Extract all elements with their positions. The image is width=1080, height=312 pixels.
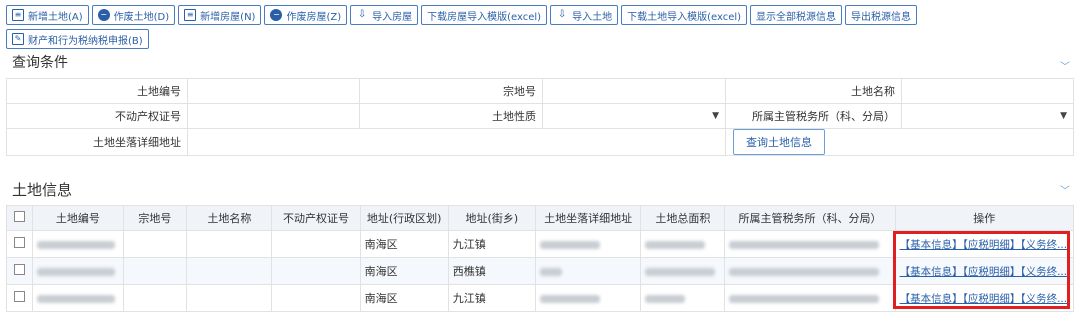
toolbar-button-label: 下载房屋导入模版(excel) bbox=[427, 11, 542, 23]
property-cert-cell bbox=[271, 284, 361, 312]
district-cell: 南海区 bbox=[359, 230, 449, 258]
address-label: 土地坐落详细地址 bbox=[6, 128, 188, 156]
town-cell: 九江镇 bbox=[447, 230, 536, 258]
column-header[interactable]: 不动产权证号 bbox=[271, 205, 361, 231]
toolbar-button[interactable]: − 作废房屋(Z) bbox=[264, 5, 348, 25]
tax-office-cell bbox=[724, 230, 896, 258]
property-cert-cell bbox=[271, 257, 361, 285]
toolbar-button[interactable]: ✎ 财产和行为税纳税申报(B) bbox=[6, 29, 149, 49]
column-header[interactable]: 土地名称 bbox=[186, 205, 273, 231]
land-no-cell bbox=[32, 257, 124, 285]
column-header[interactable]: 所属主管税务所（科、分局） bbox=[724, 205, 896, 231]
column-header[interactable]: 土地总面积 bbox=[640, 205, 726, 231]
land-nature-label: 土地性质 bbox=[359, 103, 543, 129]
toolbar-button-label: 显示全部税源信息 bbox=[756, 11, 837, 23]
dropdown-arrow-icon[interactable]: ▼ bbox=[1060, 111, 1067, 121]
toolbar-button-label: 作废房屋(Z) bbox=[286, 11, 342, 23]
toolbar-button[interactable]: ⇩ 导入房屋 bbox=[350, 5, 419, 25]
property-cert-label: 不动产权证号 bbox=[6, 103, 188, 129]
toolbar-button[interactable]: 显示全部税源信息 bbox=[750, 5, 843, 25]
table-header: 土地编号 宗地号 土地名称 不动产权证号 地址(行政区划) 地址(街乡) 土地坐… bbox=[5, 205, 1075, 231]
parcel-no-input[interactable] bbox=[542, 78, 726, 104]
edit-icon: ✎ bbox=[12, 33, 24, 45]
area-cell bbox=[640, 284, 726, 312]
parcel-no-cell bbox=[122, 284, 188, 312]
parcel-no-cell bbox=[122, 230, 188, 258]
district-cell: 南海区 bbox=[359, 257, 449, 285]
toolbar-button[interactable]: ≡ 新增房屋(N) bbox=[178, 5, 262, 25]
import-icon: ⇩ bbox=[557, 9, 567, 20]
land-nature-select[interactable]: ▼ bbox=[542, 103, 726, 129]
void-icon: − bbox=[270, 9, 283, 21]
address-cell bbox=[534, 257, 642, 285]
town-cell: 西樵镇 bbox=[447, 257, 536, 285]
toolbar-button[interactable]: ≡ 新增土地(A) bbox=[6, 5, 89, 25]
land-name-cell bbox=[186, 257, 273, 285]
toolbar-button-label: 下载土地导入模版(excel) bbox=[627, 11, 742, 23]
land-no-cell bbox=[32, 284, 124, 312]
land-name-cell bbox=[186, 230, 273, 258]
land-name-label: 土地名称 bbox=[725, 78, 902, 104]
chevron-down-icon[interactable]: ﹀ bbox=[1060, 58, 1070, 73]
land-name-cell bbox=[186, 284, 273, 312]
address-input[interactable] bbox=[187, 128, 726, 156]
tax-office-cell bbox=[724, 257, 896, 285]
toolbar-button-label: 新增土地(A) bbox=[28, 11, 83, 23]
toolbar-button-label: 新增房屋(N) bbox=[200, 11, 256, 23]
property-cert-input[interactable] bbox=[187, 103, 360, 129]
land-no-label: 土地编号 bbox=[6, 78, 188, 104]
add-doc-icon: ≡ bbox=[184, 9, 197, 21]
area-cell bbox=[640, 230, 726, 258]
parcel-no-cell bbox=[122, 257, 188, 285]
toolbar: ≡ 新增土地(A) − 作废土地(D) ≡ 新增房屋(N) − 作废房屋(Z) ⇩ 导入房屋 下载房… bbox=[6, 5, 1076, 53]
query-section-title: 查询条件 bbox=[12, 55, 68, 71]
toolbar-button-label: 导入房屋 bbox=[372, 11, 413, 23]
import-icon: ⇩ bbox=[357, 9, 367, 20]
toolbar-button-label: 导入土地 bbox=[572, 11, 613, 23]
toolbar-button-label: 财产和行为税纳税申报(B) bbox=[28, 35, 143, 47]
row-checkbox[interactable] bbox=[5, 257, 34, 285]
dropdown-arrow-icon[interactable]: ▼ bbox=[712, 111, 719, 121]
chevron-down-icon[interactable]: ﹀ bbox=[1060, 182, 1070, 197]
toolbar-row-1: ≡ 新增土地(A) − 作废土地(D) ≡ 新增房屋(N) − 作废房屋(Z) ⇩ 导入房屋 下载房… bbox=[6, 5, 1076, 25]
toolbar-row-2: ✎ 财产和行为税纳税申报(B) bbox=[6, 29, 1076, 49]
district-cell: 南海区 bbox=[359, 284, 449, 312]
tax-office-select[interactable]: ▼ bbox=[901, 103, 1074, 129]
highlight-box bbox=[893, 231, 1070, 309]
address-cell bbox=[534, 230, 642, 258]
tax-office-cell bbox=[724, 284, 896, 312]
tax-office-label: 所属主管税务所（科、分局） bbox=[725, 103, 902, 129]
toolbar-button[interactable]: 下载土地导入模版(excel) bbox=[621, 5, 748, 25]
row-checkbox[interactable] bbox=[5, 230, 34, 258]
land-no-cell bbox=[32, 230, 124, 258]
column-header[interactable]: 宗地号 bbox=[122, 205, 188, 231]
land-info-title: 土地信息 bbox=[12, 181, 73, 199]
column-header[interactable]: 操作 bbox=[894, 205, 1075, 231]
column-header[interactable]: 土地坐落详细地址 bbox=[534, 205, 642, 231]
row-checkbox[interactable] bbox=[5, 284, 34, 312]
query-button-cell: 查询土地信息 bbox=[725, 128, 1074, 156]
select-all-checkbox[interactable] bbox=[5, 205, 34, 231]
void-icon: − bbox=[97, 9, 110, 21]
toolbar-button[interactable]: − 作废土地(D) bbox=[91, 5, 176, 25]
column-header[interactable]: 地址(行政区划) bbox=[359, 205, 449, 231]
column-header[interactable]: 地址(街乡) bbox=[447, 205, 536, 231]
toolbar-button-label: 作废土地(D) bbox=[113, 11, 170, 23]
query-form: 土地编号 宗地号 土地名称 不动产权证号 土地性质 ▼ 所属主管税务所（科、分局… bbox=[6, 78, 1074, 156]
address-cell bbox=[534, 284, 642, 312]
town-cell: 九江镇 bbox=[447, 284, 536, 312]
add-doc-icon: ≡ bbox=[12, 9, 24, 21]
toolbar-button[interactable]: ⇩ 导入土地 bbox=[550, 5, 619, 25]
toolbar-button[interactable]: 下载房屋导入模版(excel) bbox=[421, 5, 548, 25]
area-cell bbox=[640, 257, 726, 285]
toolbar-button-label: 导出税源信息 bbox=[851, 11, 912, 23]
land-no-input[interactable] bbox=[187, 78, 360, 104]
property-cert-cell bbox=[271, 230, 361, 258]
parcel-no-label: 宗地号 bbox=[359, 78, 543, 104]
toolbar-button[interactable]: 导出税源信息 bbox=[845, 5, 918, 25]
land-name-input[interactable] bbox=[901, 78, 1074, 104]
query-land-button[interactable]: 查询土地信息 bbox=[733, 129, 825, 155]
column-header[interactable]: 土地编号 bbox=[32, 205, 124, 231]
